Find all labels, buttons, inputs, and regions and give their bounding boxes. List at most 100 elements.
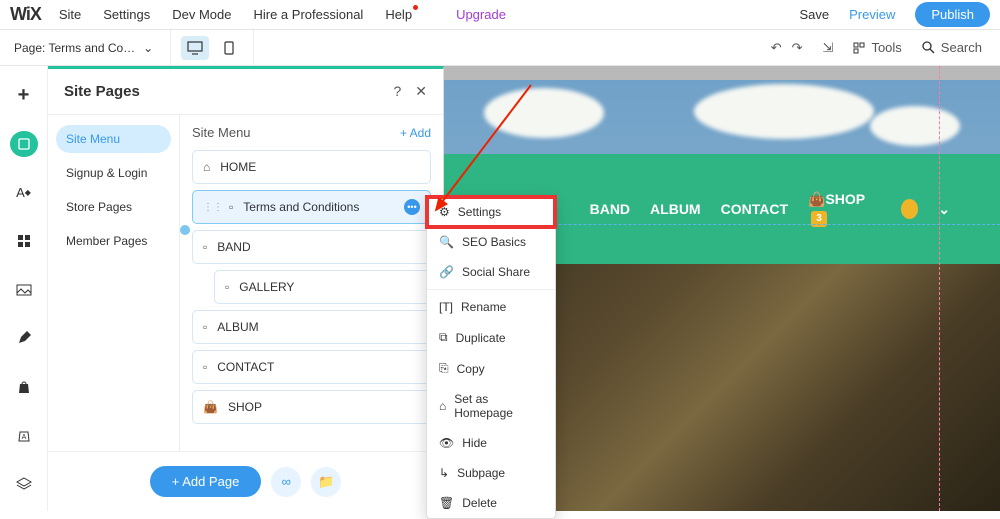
cloud-decoration [870,106,960,146]
add-page-button[interactable]: + Add Page [150,466,262,497]
menu-subpage[interactable]: ↳ Subpage [427,458,555,488]
svg-text:A: A [21,434,26,441]
menu-settings[interactable]: ⚙Settings [427,197,555,227]
hide-icon: 👁 [439,436,454,450]
add-element-button[interactable]: + [10,82,38,109]
menu-label: Hide [462,436,487,450]
save-button[interactable]: Save [799,7,829,22]
nav-settings[interactable]: Settings [103,7,150,22]
nav-site[interactable]: Site [59,7,81,22]
mobile-view-button[interactable] [215,36,243,60]
chevron-down-icon: ⌄ [143,41,153,55]
top-nav: Site Settings Dev Mode Hire a Profession… [59,7,506,22]
nav-help[interactable]: Help [385,7,412,22]
bookings-rail-button[interactable]: A [10,422,38,449]
nav-item-band[interactable]: BAND [590,201,630,217]
menu-delete[interactable]: 🗑Delete [427,488,555,518]
menu-rename[interactable]: [T] Rename [427,292,555,322]
redo-button[interactable]: ↷ [792,40,803,56]
nav-upgrade[interactable]: Upgrade [456,7,506,22]
editor-toolbar: Page: Terms and Co… ⌄ ↶ ↷ ⇲ Tools Search [0,30,1000,66]
nav-hire[interactable]: Hire a Professional [253,7,363,22]
share-icon: 🔗 [439,265,454,279]
panel-footer: + Add Page ∞ 📁 [48,451,443,511]
menu-duplicate[interactable]: ⧉Duplicate [427,322,555,353]
zoom-out-button[interactable]: ⇲ [823,40,834,56]
page-home[interactable]: ⌂HOME [192,150,431,184]
theme-rail-button[interactable]: A◆ [10,179,38,206]
apps-rail-button[interactable] [10,228,38,255]
cat-signup-login[interactable]: Signup & Login [56,159,171,187]
help-icon[interactable]: ? [393,83,401,100]
drag-handle-icon[interactable]: ⋮⋮ [203,202,223,213]
menu-label: Duplicate [456,331,506,345]
nav-devmode[interactable]: Dev Mode [172,7,231,22]
menu-hide[interactable]: 👁 Hide [427,428,555,458]
menu-copy[interactable]: ⎘Copy [427,353,555,384]
page-context-menu: ⚙Settings 🔍 SEO Basics 🔗Social Share [T] R… [426,196,556,519]
page-selector-label: Page: Terms and Co… [14,41,135,55]
collapse-dot-icon[interactable] [180,225,190,235]
blog-rail-button[interactable] [10,325,38,352]
page-label: BAND [217,240,250,254]
cloud-decoration [694,84,874,139]
close-icon[interactable]: ✕ [415,83,427,100]
publish-button[interactable]: Publish [915,2,990,27]
panel-title: Site Pages [64,83,140,100]
panel-header: Site Pages ? ✕ [48,69,443,115]
page-label: SHOP [228,400,262,414]
page-band[interactable]: ▫BAND [192,230,431,264]
layers-icon [16,477,32,491]
menu-set-homepage[interactable]: ⌂Set as Homepage [427,384,555,428]
search-icon [922,41,935,54]
mobile-icon [224,41,234,55]
menu-label: Copy [457,362,485,376]
page-more-button[interactable]: ••• [404,199,420,215]
page-contact[interactable]: ▫CONTACT [192,350,431,384]
page-terms-and-conditions[interactable]: ⋮⋮ ▫ Terms and Conditions ••• [192,190,431,224]
page-gallery[interactable]: ▫GALLERY [214,270,431,304]
page-label: Terms and Conditions [243,200,359,214]
menu-label: Rename [461,300,506,314]
media-rail-button[interactable] [10,276,38,303]
folder-button[interactable]: 📁 [311,467,341,497]
avatar-icon[interactable] [901,199,918,219]
page-label: CONTACT [217,360,274,374]
nav-item-shop[interactable]: 👜SHOP3 [808,191,873,227]
menu-label: Subpage [457,466,505,480]
chevron-down-icon[interactable]: ⌄ [938,201,950,218]
toolbar-right: ↶ ↷ ⇲ Tools Search [771,40,1000,56]
page-album[interactable]: ▫ALBUM [192,310,431,344]
wix-logo: WiX [10,4,41,25]
desktop-view-button[interactable] [181,36,209,60]
menu-social-share[interactable]: 🔗Social Share [427,257,555,287]
cat-site-menu[interactable]: Site Menu [56,125,171,153]
seo-icon: 🔍 [439,235,454,249]
rename-icon: [T] [439,300,453,314]
nav-item-album[interactable]: ALBUM [650,201,701,217]
preview-button[interactable]: Preview [849,7,895,22]
pages-icon [17,137,31,151]
home-icon: ⌂ [203,160,210,174]
nav-item-contact[interactable]: CONTACT [721,201,788,217]
menu-seo-basics[interactable]: 🔍 SEO Basics [427,227,555,257]
tools-button[interactable]: Tools [853,40,901,55]
page-icon: ▫ [229,200,233,214]
pages-rail-button[interactable] [10,131,38,158]
search-button[interactable]: Search [922,40,982,55]
link-page-button[interactable]: ∞ [271,467,301,497]
cat-member-pages[interactable]: Member Pages [56,227,171,255]
subpage-icon: ↳ [439,466,449,480]
page-icon: ▫ [225,280,229,294]
layers-rail-button[interactable] [10,471,38,498]
guide-line [939,66,940,511]
add-menu-link[interactable]: + Add [400,126,431,140]
page-shop[interactable]: 👜SHOP [192,390,431,424]
menu-label: Settings [458,205,501,219]
nav-label: SHOP [825,191,865,207]
page-selector[interactable]: Page: Terms and Co… ⌄ [0,41,170,55]
menu-label: SEO Basics [462,235,526,249]
cat-store-pages[interactable]: Store Pages [56,193,171,221]
store-rail-button[interactable] [10,373,38,400]
undo-button[interactable]: ↶ [771,40,782,56]
